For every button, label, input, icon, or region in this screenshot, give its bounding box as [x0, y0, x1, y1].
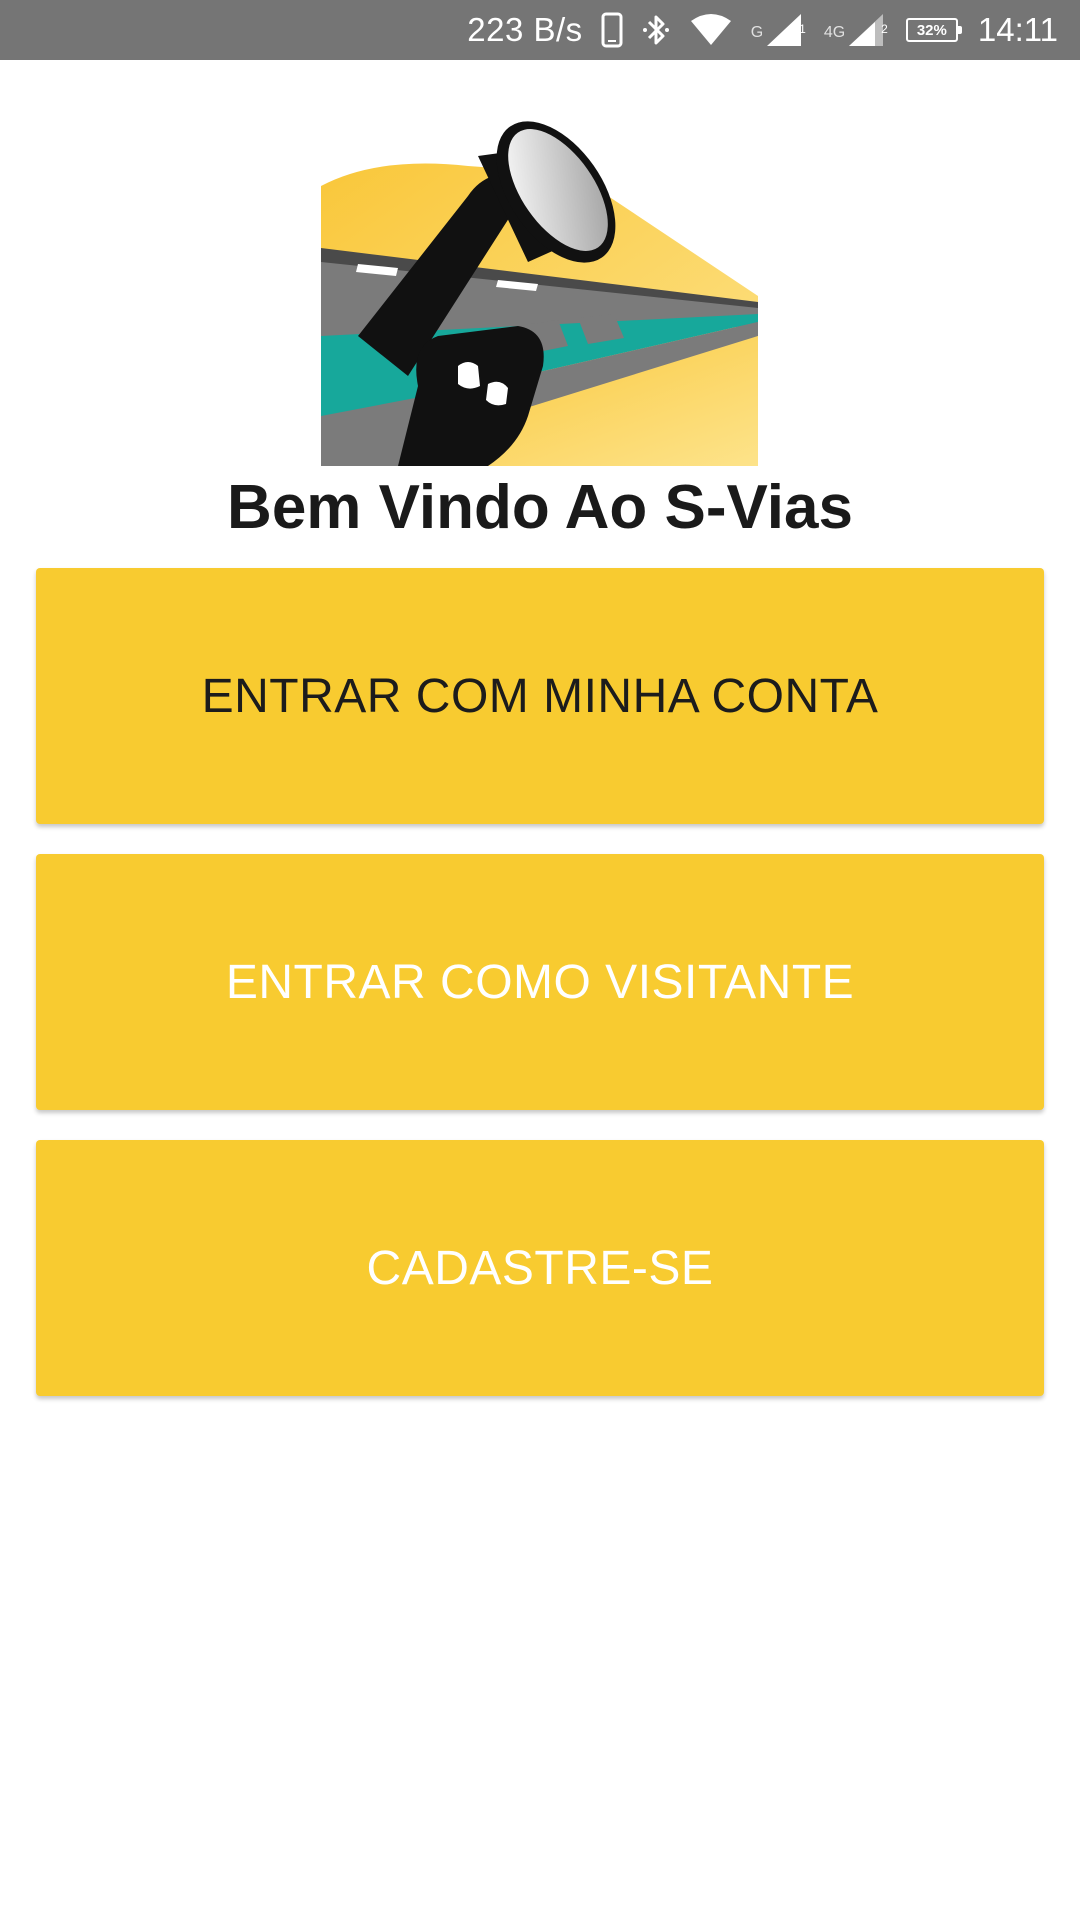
- sim1-index: 1: [799, 22, 806, 36]
- sim2-index: 2: [881, 22, 888, 36]
- sim1-network-type: G: [750, 24, 764, 41]
- signal-sim1-icon: G 1: [751, 12, 806, 48]
- phone-icon: [601, 12, 623, 48]
- welcome-title: Bem Vindo Ao S-Vias: [227, 473, 853, 542]
- login-with-account-button[interactable]: ENTRAR COM MINHA CONTA: [36, 568, 1044, 824]
- sim2-network-type: 4G: [823, 24, 846, 41]
- enter-as-visitor-button[interactable]: ENTRAR COMO VISITANTE: [36, 854, 1044, 1110]
- network-speed: 223 B/s: [467, 11, 583, 48]
- status-bar: 223 B/s G 1 4G 2 32% 14:11: [0, 0, 1080, 60]
- clock: 14:11: [977, 11, 1058, 48]
- sign-up-button[interactable]: CADASTRE-SE: [36, 1140, 1044, 1396]
- battery-level: 32%: [905, 18, 962, 42]
- battery-icon: 32%: [905, 18, 962, 42]
- signal-sim2-icon: 4G 2: [824, 12, 888, 48]
- wifi-icon: [689, 13, 733, 47]
- bluetooth-icon: [641, 12, 671, 48]
- megaphone-fist-road-logo: [321, 121, 758, 466]
